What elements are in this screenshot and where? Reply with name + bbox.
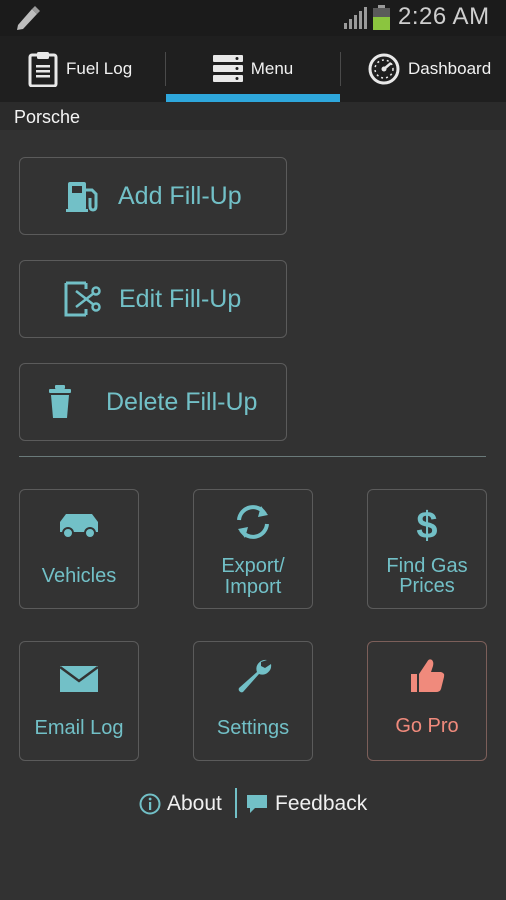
vehicle-header: Porsche	[0, 102, 506, 130]
status-time: 2:26 AM	[398, 3, 490, 30]
tab-divider	[340, 52, 341, 86]
find-gas-prices-label-line1: Find Gas	[386, 555, 468, 577]
footer-links: About Feedback	[0, 788, 506, 820]
export-import-label-line2: Import	[224, 576, 282, 598]
settings-label: Settings	[216, 717, 290, 739]
sync-icon	[237, 505, 269, 539]
export-import-label-line1: Export/	[221, 555, 285, 577]
about-label: About	[167, 792, 222, 815]
delete-fill-up-label: Delete Fill-Up	[106, 388, 258, 416]
tab-divider	[165, 52, 166, 86]
info-icon	[139, 793, 161, 815]
wrench-icon	[238, 659, 272, 693]
envelope-icon	[59, 665, 99, 692]
car-icon	[60, 514, 98, 539]
delete-fill-up-button[interactable]: Delete Fill-Up	[19, 363, 287, 441]
tab-selected-indicator	[166, 94, 340, 102]
section-divider	[19, 456, 486, 457]
edit-fill-up-button[interactable]: Edit Fill-Up	[19, 260, 287, 338]
find-gas-prices-button[interactable]: $ Find Gas Prices	[367, 489, 487, 609]
status-bar: 2:26 AM	[0, 0, 506, 36]
settings-button[interactable]: Settings	[193, 641, 313, 761]
about-link[interactable]: About	[139, 788, 222, 820]
thumbs-up-icon	[411, 659, 445, 692]
go-pro-button[interactable]: Go Pro	[367, 641, 487, 761]
trash-icon	[49, 385, 71, 418]
find-gas-prices-label-line2: Prices	[399, 575, 455, 597]
svg-text:$: $	[416, 505, 437, 544]
tab-menu-label: Menu	[250, 59, 294, 78]
tab-fuel-log-label: Fuel Log	[66, 59, 133, 78]
signal-icon	[344, 7, 367, 29]
email-log-button[interactable]: Email Log	[19, 641, 139, 761]
fuel-pump-icon	[66, 182, 98, 212]
speech-bubble-icon	[247, 795, 267, 813]
footer-divider	[235, 788, 237, 818]
email-log-label: Email Log	[34, 717, 124, 739]
speedometer-icon	[368, 53, 400, 85]
edit-fill-up-label: Edit Fill-Up	[119, 285, 242, 313]
tab-dashboard[interactable]: Dashboard	[340, 36, 506, 102]
go-pro-label: Go Pro	[395, 715, 459, 737]
tab-menu[interactable]: Menu	[166, 36, 340, 102]
edit-scissors-icon	[64, 281, 101, 317]
dollar-icon: $	[416, 505, 437, 544]
vehicle-name: Porsche	[14, 107, 81, 127]
battery-icon	[373, 5, 390, 30]
vehicles-button[interactable]: Vehicles	[19, 489, 139, 609]
tab-dashboard-label: Dashboard	[408, 59, 492, 78]
vehicles-label: Vehicles	[41, 565, 117, 587]
tab-bar: Fuel Log Menu Dashboard	[0, 36, 506, 102]
clipboard-icon	[28, 52, 58, 87]
tab-fuel-log[interactable]: Fuel Log	[28, 36, 166, 102]
export-import-button[interactable]: Export/ Import	[193, 489, 313, 609]
add-fill-up-label: Add Fill-Up	[118, 182, 242, 210]
feedback-label: Feedback	[275, 792, 368, 815]
feedback-link[interactable]: Feedback	[245, 788, 367, 820]
menu-list-icon	[212, 55, 243, 82]
pencil-icon	[17, 6, 40, 30]
add-fill-up-button[interactable]: Add Fill-Up	[19, 157, 287, 235]
